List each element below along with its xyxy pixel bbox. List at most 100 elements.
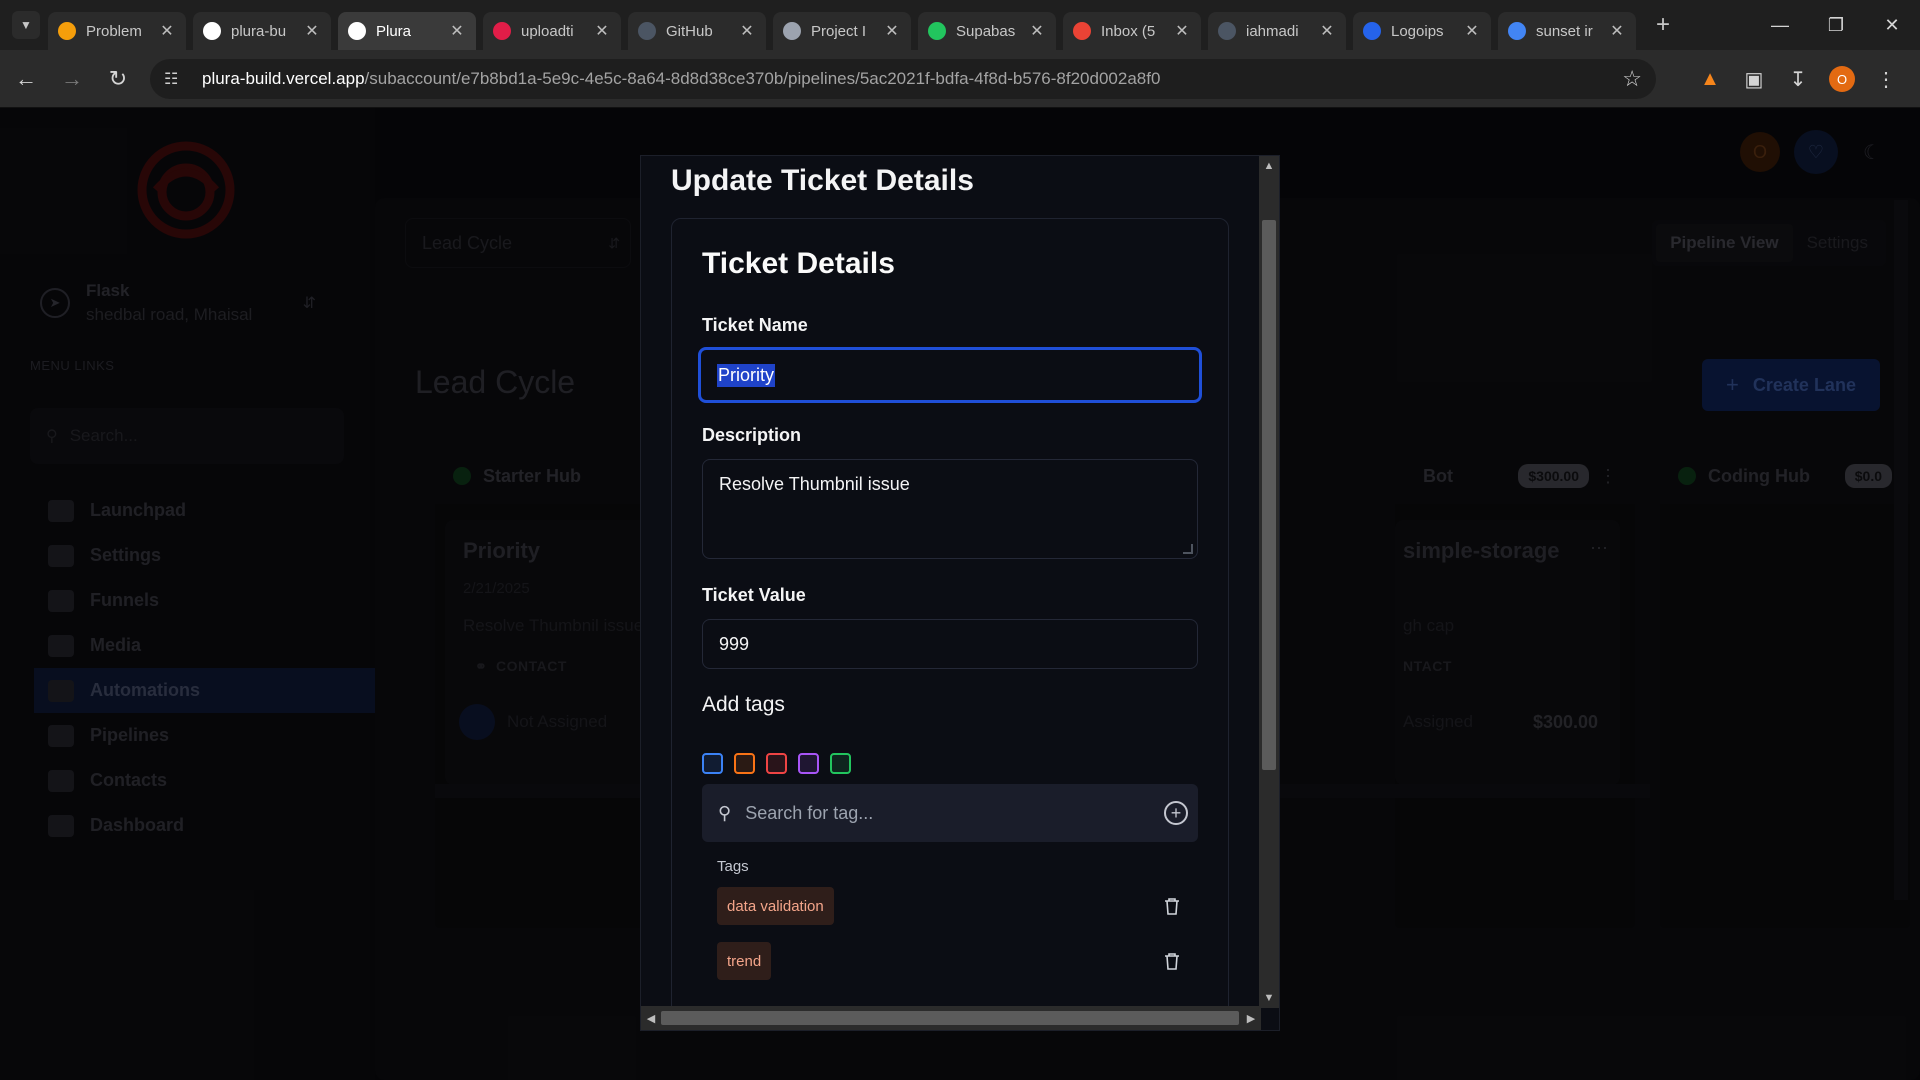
back-button[interactable]: ← <box>6 59 46 99</box>
browser-tab[interactable]: Supabas ✕ <box>918 12 1056 50</box>
vercel-icon <box>203 22 221 40</box>
uploadthing-icon <box>493 22 511 40</box>
browser-tab[interactable]: iahmadi ✕ <box>1208 12 1346 50</box>
tag-color-swatch[interactable] <box>702 753 723 774</box>
tag-color-swatch[interactable] <box>798 753 819 774</box>
problem-icon <box>58 22 76 40</box>
restore-button[interactable]: ❐ <box>1808 0 1864 50</box>
trash-icon[interactable] <box>1161 950 1183 972</box>
tab-title: uploadti <box>521 22 574 40</box>
close-tab-icon[interactable]: ✕ <box>883 21 901 41</box>
browser-tab[interactable]: Problem ✕ <box>48 12 186 50</box>
tag-color-swatches <box>702 753 862 774</box>
google-icon <box>1508 22 1526 40</box>
close-tab-icon[interactable]: ✕ <box>1028 21 1046 41</box>
github-icon <box>638 22 656 40</box>
scroll-left-arrow-icon[interactable]: ◀ <box>641 1006 661 1030</box>
ticket-name-input[interactable]: Priority <box>698 347 1202 403</box>
tags-group-label: Tags <box>717 858 749 875</box>
tag-chip[interactable]: trend <box>717 942 772 980</box>
tab-title: Logoips <box>1391 22 1444 40</box>
close-tab-icon[interactable]: ✕ <box>593 21 611 41</box>
tab-title: Project I <box>811 22 867 40</box>
close-window-button[interactable]: ✕ <box>1864 0 1920 50</box>
tab-title: Inbox (5 <box>1101 22 1156 40</box>
browser-tab[interactable]: Inbox (5 ✕ <box>1063 12 1201 50</box>
plus-circle-icon[interactable]: + <box>1164 801 1188 825</box>
description-label: Description <box>702 425 802 445</box>
browser-tab[interactable]: sunset ir ✕ <box>1498 12 1636 50</box>
tab-title: iahmadi <box>1246 22 1299 40</box>
tab-title: GitHub <box>666 22 713 40</box>
tag-row[interactable]: trend <box>717 941 1183 981</box>
close-tab-icon[interactable]: ✕ <box>1173 21 1191 41</box>
new-tab-button[interactable]: + <box>1647 9 1679 41</box>
browser-tab-bar: ▼ Problem ✕ plura-bu ✕ Plura ✕ uploadti ✕ GitHub… <box>0 0 1920 50</box>
gmail-icon <box>1073 22 1091 40</box>
tab-search-button[interactable]: ▼ <box>12 11 40 39</box>
github-icon <box>1218 22 1236 40</box>
forward-button[interactable]: → <box>52 59 92 99</box>
tab-title: Plura <box>376 22 412 40</box>
browser-tab[interactable]: Logoips ✕ <box>1353 12 1491 50</box>
close-tab-icon[interactable]: ✕ <box>738 21 756 41</box>
browser-tab[interactable]: uploadti ✕ <box>483 12 621 50</box>
browser-tab[interactable]: Plura ✕ <box>338 12 476 50</box>
tag-color-swatch[interactable] <box>830 753 851 774</box>
close-tab-icon[interactable]: ✕ <box>1608 21 1626 41</box>
scroll-right-arrow-icon[interactable]: ▶ <box>1241 1006 1261 1030</box>
close-tab-icon[interactable]: ✕ <box>303 21 321 41</box>
logoipsum-icon <box>1363 22 1381 40</box>
bookmark-star-icon[interactable]: ☆ <box>1622 66 1642 92</box>
scroll-up-arrow-icon[interactable]: ▲ <box>1259 156 1279 176</box>
download-icon[interactable]: ↧ <box>1776 59 1820 99</box>
openai-icon <box>783 22 801 40</box>
update-ticket-dialog: Update Ticket Details Ticket Details Tic… <box>640 155 1280 1031</box>
close-tab-icon[interactable]: ✕ <box>448 21 466 41</box>
tag-search-field[interactable]: ⚲ + <box>702 784 1198 842</box>
add-tags-heading: Add tags <box>702 693 785 716</box>
reload-button[interactable]: ↻ <box>98 59 138 99</box>
minimize-button[interactable]: — <box>1752 0 1808 50</box>
tag-chip[interactable]: data validation <box>717 887 834 925</box>
address-bar: ← → ↻ ☷ plura-build.vercel.app/subaccoun… <box>0 50 1920 108</box>
description-textarea[interactable]: Resolve Thumbnil issue <box>702 459 1198 559</box>
metamask-extension-icon[interactable]: ▲ <box>1688 59 1732 99</box>
tag-color-swatch[interactable] <box>734 753 755 774</box>
tab-title: sunset ir <box>1536 22 1593 40</box>
ticket-details-card: Ticket Details Ticket Name Priority Desc… <box>671 218 1229 1030</box>
dialog-horizontal-scrollbar[interactable]: ◀ ▶ <box>641 1006 1261 1030</box>
tag-row[interactable]: data validation <box>717 886 1183 926</box>
browser-tab[interactable]: Project I ✕ <box>773 12 911 50</box>
browser-menu-icon[interactable]: ⋮ <box>1864 59 1908 99</box>
selected-text: Priority <box>717 363 776 387</box>
close-tab-icon[interactable]: ✕ <box>1318 21 1336 41</box>
supabase-icon <box>928 22 946 40</box>
tag-search-input[interactable] <box>745 802 1146 824</box>
url-text: plura-build.vercel.app/subaccount/e7b8bd… <box>202 69 1161 88</box>
ticket-name-label: Ticket Name <box>702 315 808 335</box>
profile-button[interactable]: O <box>1820 59 1864 99</box>
extensions-puzzle-icon[interactable]: ▣ <box>1732 59 1776 99</box>
url-field[interactable]: ☷ plura-build.vercel.app/subaccount/e7b8… <box>150 59 1656 99</box>
browser-tab[interactable]: plura-bu ✕ <box>193 12 331 50</box>
scrollbar-thumb[interactable] <box>661 1011 1239 1025</box>
tag-color-swatch[interactable] <box>766 753 787 774</box>
dialog-title: Update Ticket Details <box>671 164 974 197</box>
vercel-icon <box>348 22 366 40</box>
browser-tab[interactable]: GitHub ✕ <box>628 12 766 50</box>
dialog-vertical-scrollbar[interactable]: ▲ ▼ <box>1259 156 1279 1008</box>
close-tab-icon[interactable]: ✕ <box>158 21 176 41</box>
tab-title: Supabas <box>956 22 1016 40</box>
scroll-down-arrow-icon[interactable]: ▼ <box>1259 988 1279 1008</box>
scrollbar-thumb[interactable] <box>1262 220 1276 770</box>
search-icon: ⚲ <box>718 802 732 823</box>
site-info-icon[interactable]: ☷ <box>164 69 188 89</box>
card-title: Ticket Details <box>702 247 895 280</box>
trash-icon[interactable] <box>1161 895 1183 917</box>
tab-title: Problem <box>86 22 142 40</box>
ticket-value-label: Ticket Value <box>702 585 806 605</box>
close-tab-icon[interactable]: ✕ <box>1463 21 1481 41</box>
resize-handle-icon[interactable] <box>1183 544 1193 554</box>
ticket-value-input[interactable]: 999 <box>702 619 1198 669</box>
